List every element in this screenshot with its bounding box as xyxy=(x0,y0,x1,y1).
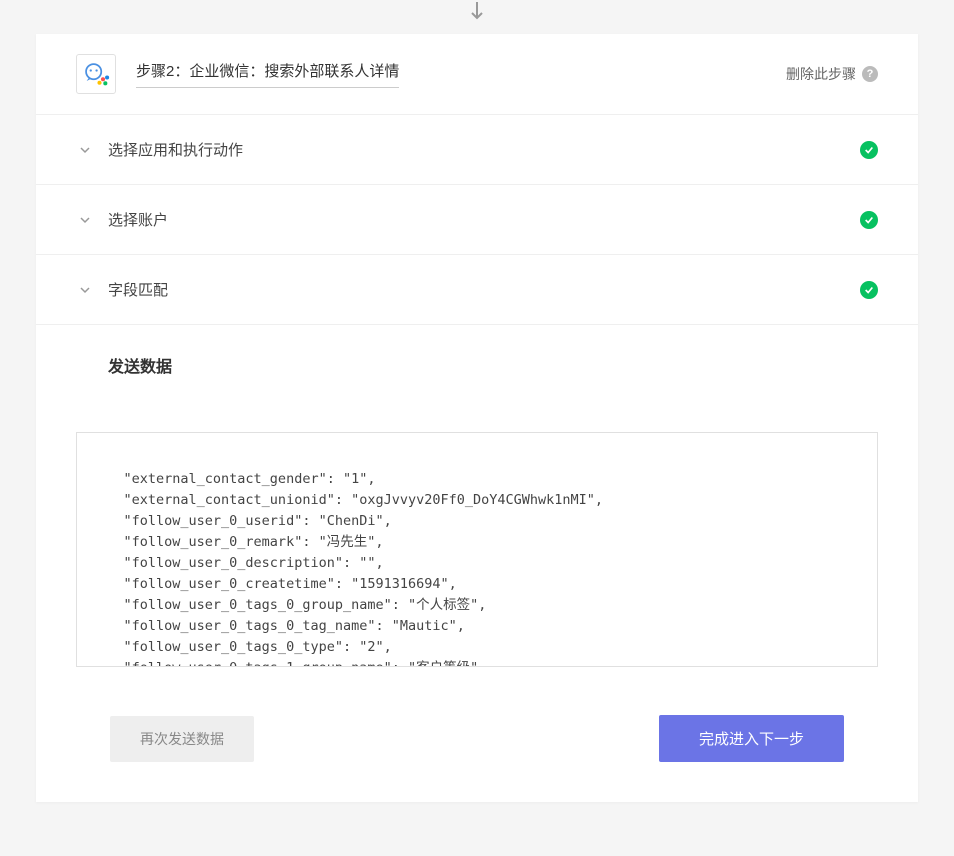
section-label: 选择应用和执行动作 xyxy=(108,139,243,160)
help-icon[interactable]: ? xyxy=(862,66,878,82)
step-header: 步骤2：企业微信：搜索外部联系人详情 删除此步骤 ? xyxy=(36,34,918,114)
section-field-match[interactable]: 字段匹配 xyxy=(36,254,918,324)
check-badge-icon xyxy=(860,281,878,299)
section-label: 选择账户 xyxy=(108,209,168,230)
check-badge-icon xyxy=(860,211,878,229)
delete-step-link[interactable]: 删除此步骤 ? xyxy=(786,64,878,84)
chevron-down-icon xyxy=(76,141,94,159)
response-data-box[interactable]: "external_contact_gender": "1", "externa… xyxy=(76,432,878,667)
section-select-app[interactable]: 选择应用和执行动作 xyxy=(36,114,918,184)
send-data-section: 发送数据 "external_contact_gender": "1", "ex… xyxy=(36,324,918,802)
step-card: 步骤2：企业微信：搜索外部联系人详情 删除此步骤 ? 选择应用和执行动作 选择账… xyxy=(36,34,918,802)
section-select-account[interactable]: 选择账户 xyxy=(36,184,918,254)
check-badge-icon xyxy=(860,141,878,159)
chevron-down-icon xyxy=(76,211,94,229)
wecom-app-icon xyxy=(76,54,116,94)
send-data-title: 发送数据 xyxy=(74,353,878,377)
delete-step-label: 删除此步骤 xyxy=(786,64,856,84)
resend-button[interactable]: 再次发送数据 xyxy=(110,716,254,762)
chevron-down-icon xyxy=(76,281,94,299)
flow-arrow-icon xyxy=(0,0,954,24)
next-step-button[interactable]: 完成进入下一步 xyxy=(659,715,844,762)
button-row: 再次发送数据 完成进入下一步 xyxy=(76,715,878,762)
section-label: 字段匹配 xyxy=(108,279,168,300)
step-title[interactable]: 步骤2：企业微信：搜索外部联系人详情 xyxy=(136,60,399,88)
